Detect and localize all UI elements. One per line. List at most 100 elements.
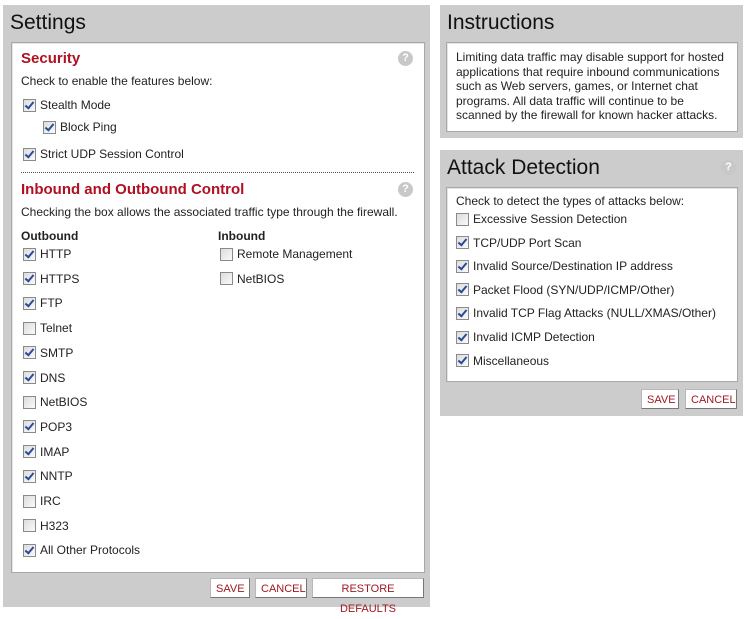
traffic-title: Inbound and Outbound Control — [21, 181, 245, 198]
traffic-description: Checking the box allows the associated t… — [21, 205, 398, 219]
instructions-line: scanned by the firewall for known hacker… — [456, 108, 718, 122]
instructions-content: Limiting data traffic may disable suppor… — [446, 42, 738, 132]
checkbox[interactable] — [23, 296, 36, 310]
checkbox[interactable] — [23, 98, 36, 112]
instructions-text: Limiting data traffic may disable suppor… — [456, 50, 724, 123]
checkbox[interactable] — [23, 272, 36, 286]
checkbox[interactable] — [456, 354, 469, 368]
checkbox-label: Invalid ICMP Detection — [473, 330, 595, 344]
checkbox-label: POP3 — [40, 419, 73, 434]
settings-save-button[interactable]: SAVE — [210, 578, 250, 598]
checkbox[interactable] — [23, 247, 36, 261]
checkbox[interactable] — [23, 469, 36, 483]
security-title: Security — [21, 50, 81, 67]
checkbox-label: Invalid Source/Destination IP address — [473, 259, 673, 274]
security-description: Check to enable the features below: — [21, 74, 213, 88]
checkbox-label: Telnet — [40, 321, 73, 336]
instructions-line: programs. All data traffic will continue… — [456, 93, 684, 108]
outbound-checkbox-row[interactable]: IRC — [23, 494, 61, 508]
attack-detection-panel: Attack Detection ? Check to detect the t… — [440, 150, 743, 416]
section-divider — [21, 172, 414, 173]
checkbox-label: HTTPS — [40, 271, 80, 286]
settings-cancel-button[interactable]: CANCEL — [255, 578, 307, 598]
attack-checkbox-row[interactable]: Invalid Source/Destination IP address — [456, 259, 673, 273]
checkbox-label: FTP — [40, 296, 63, 311]
attack-help-icon[interactable]: ? — [721, 160, 736, 175]
instructions-panel: Instructions Limiting data traffic may d… — [440, 5, 743, 138]
checkbox-label: All Other Protocols — [40, 543, 141, 558]
checkbox[interactable] — [23, 494, 36, 508]
checkbox-label: SMTP — [40, 345, 74, 360]
checkbox-label: Block Ping — [60, 120, 117, 134]
outbound-checkbox-row[interactable]: All Other Protocols — [23, 543, 140, 557]
instructions-line: such as Web servers, games, or Internet … — [456, 79, 698, 93]
attack-checkbox-row[interactable]: Invalid TCP Flag Attacks (NULL/XMAS/Othe… — [456, 306, 716, 320]
inbound-heading: Inbound — [218, 229, 266, 243]
attack-cancel-button[interactable]: CANCEL — [685, 389, 737, 409]
outbound-checkbox-row[interactable]: HTTP — [23, 247, 71, 261]
checkbox[interactable] — [220, 247, 233, 261]
checkbox-label: H323 — [40, 518, 69, 533]
restore-defaults-button[interactable]: RESTORE DEFAULTS — [312, 578, 424, 615]
checkbox[interactable] — [23, 371, 36, 384]
instructions-line: Limiting data traffic may disable suppor… — [456, 50, 724, 64]
inbound-checkbox-row[interactable]: Remote Management — [220, 247, 352, 261]
checkbox-block-ping[interactable]: Block Ping — [43, 120, 117, 134]
attack-checkbox-row[interactable]: Invalid ICMP Detection — [456, 330, 595, 344]
checkbox[interactable] — [456, 236, 469, 250]
attack-save-button[interactable]: SAVE — [641, 389, 679, 409]
security-help-icon[interactable]: ? — [398, 51, 413, 66]
checkbox[interactable] — [456, 259, 469, 273]
checkbox[interactable] — [23, 543, 36, 557]
attack-checkbox-row[interactable]: Miscellaneous — [456, 354, 549, 368]
checkbox[interactable] — [456, 330, 469, 344]
checkbox-label: Remote Management — [237, 247, 353, 261]
outbound-checkbox-row[interactable]: DNS — [23, 371, 65, 385]
checkbox[interactable] — [23, 395, 36, 409]
attack-checkbox-row[interactable]: Packet Flood (SYN/UDP/ICMP/Other) — [456, 283, 674, 297]
checkbox-label: TCP/UDP Port Scan — [473, 235, 582, 250]
checkbox-label: HTTP — [40, 247, 72, 261]
settings-content: Security ? Check to enable the features … — [11, 42, 425, 573]
attack-detection-title: Attack Detection — [447, 156, 600, 179]
outbound-checkbox-row[interactable]: POP3 — [23, 420, 72, 434]
checkbox[interactable] — [456, 283, 469, 297]
checkbox-stealth-mode[interactable]: Stealth Mode — [23, 98, 111, 112]
instructions-title: Instructions — [447, 11, 555, 34]
checkbox-label: IMAP — [40, 444, 70, 459]
checkbox-label: Miscellaneous — [473, 353, 550, 368]
checkbox[interactable] — [23, 147, 36, 161]
checkbox[interactable] — [23, 420, 36, 434]
checkbox[interactable] — [220, 272, 233, 286]
checkbox-label: NNTP — [40, 469, 73, 484]
checkbox[interactable] — [23, 519, 36, 533]
checkbox[interactable] — [43, 120, 56, 134]
checkbox-label: Stealth Mode — [40, 98, 111, 112]
outbound-checkbox-row[interactable]: NetBIOS — [23, 395, 87, 409]
checkbox-label: IRC — [40, 494, 61, 508]
settings-title: Settings — [10, 11, 86, 34]
attack-checkbox-row[interactable]: Excessive Session Detection — [456, 212, 627, 226]
outbound-checkbox-row[interactable]: IMAP — [23, 445, 69, 459]
attack-detection-content: Check to detect the types of attacks bel… — [446, 187, 738, 382]
checkbox[interactable] — [23, 321, 36, 335]
inbound-checkbox-row[interactable]: NetBIOS — [220, 272, 284, 286]
outbound-checkbox-row[interactable]: HTTPS — [23, 272, 79, 286]
attack-checkbox-row[interactable]: TCP/UDP Port Scan — [456, 236, 581, 250]
checkbox-label: DNS — [40, 370, 66, 385]
outbound-checkbox-row[interactable]: Telnet — [23, 321, 72, 335]
checkbox-label: Excessive Session Detection — [473, 212, 628, 226]
checkbox[interactable] — [456, 212, 469, 226]
checkbox-label: Strict UDP Session Control — [40, 147, 184, 161]
outbound-checkbox-row[interactable]: H323 — [23, 519, 69, 533]
checkbox[interactable] — [456, 306, 469, 320]
outbound-checkbox-row[interactable]: NNTP — [23, 469, 73, 483]
outbound-heading: Outbound — [21, 229, 79, 243]
checkbox[interactable] — [23, 445, 36, 459]
traffic-help-icon[interactable]: ? — [398, 182, 413, 197]
checkbox[interactable] — [23, 346, 36, 360]
outbound-checkbox-row[interactable]: SMTP — [23, 346, 73, 360]
checkbox-label: Packet Flood (SYN/UDP/ICMP/Other) — [473, 282, 675, 297]
outbound-checkbox-row[interactable]: FTP — [23, 296, 63, 310]
checkbox-strict-udp[interactable]: Strict UDP Session Control — [23, 147, 184, 161]
